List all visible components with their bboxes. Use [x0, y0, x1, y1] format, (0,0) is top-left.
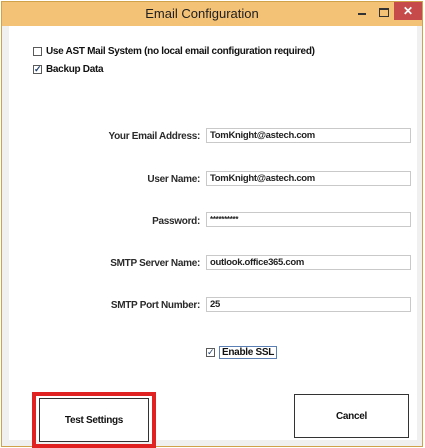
email-field[interactable]: TomKnight@astech.com — [206, 128, 411, 143]
minimize-button[interactable] — [352, 2, 372, 22]
username-field[interactable]: TomKnight@astech.com — [206, 171, 411, 186]
backup-data-checkbox[interactable] — [33, 65, 42, 74]
enable-ssl-option[interactable]: Enable SSL — [206, 346, 278, 359]
username-label: User Name: — [147, 174, 200, 185]
use-ast-mail-option[interactable]: Use AST Mail System (no local email conf… — [33, 46, 315, 57]
test-settings-button[interactable]: Test Settings — [39, 398, 149, 442]
dialog-content: Use AST Mail System (no local email conf… — [9, 26, 417, 448]
backup-data-label: Backup Data — [46, 64, 104, 75]
window-title: Email Configuration — [145, 6, 259, 21]
maximize-button[interactable] — [374, 2, 394, 22]
title-bar[interactable]: Email Configuration ✕ — [2, 2, 422, 26]
smtp-port-label: SMTP Port Number: — [110, 300, 200, 311]
backup-data-option[interactable]: Backup Data — [33, 64, 104, 75]
smtp-port-field[interactable]: 25 — [206, 297, 411, 312]
close-icon: ✕ — [402, 4, 414, 18]
smtp-server-field[interactable]: outlook.office365.com — [206, 255, 411, 270]
test-settings-label: Test Settings — [64, 414, 124, 426]
cancel-button[interactable]: Cancel — [294, 394, 409, 438]
cancel-label: Cancel — [336, 410, 367, 422]
smtp-server-label: SMTP Server Name: — [110, 258, 200, 269]
use-ast-mail-label: Use AST Mail System (no local email conf… — [46, 46, 315, 57]
use-ast-mail-checkbox[interactable] — [33, 47, 42, 56]
email-configuration-window: Email Configuration ✕ Use AST Mail Syste… — [1, 1, 423, 448]
password-field[interactable]: ********** — [206, 212, 411, 227]
close-button[interactable]: ✕ — [394, 2, 422, 20]
minimize-icon — [358, 13, 366, 15]
maximize-icon — [379, 7, 389, 17]
password-label: Password: — [152, 216, 200, 227]
enable-ssl-label: Enable SSL — [219, 346, 278, 359]
enable-ssl-checkbox[interactable] — [206, 348, 215, 357]
email-label: Your Email Address: — [108, 131, 200, 142]
